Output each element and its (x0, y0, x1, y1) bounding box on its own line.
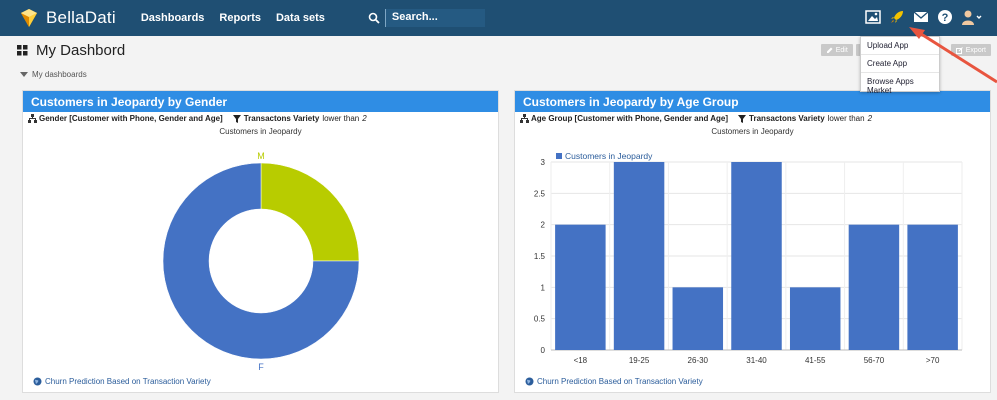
age-panel-footer[interactable]: Churn Prediction Based on Transaction Va… (525, 377, 703, 386)
filter-condition: lower than (827, 114, 865, 123)
hierarchy-icon (28, 114, 37, 123)
age-panel: Customers in Jeopardy by Age Group Age G… (514, 90, 991, 393)
x-tick-label: >70 (926, 356, 940, 365)
x-tick-label: 19-25 (629, 356, 650, 365)
export-button[interactable]: Export (950, 44, 991, 56)
gender-pie-chart: MF (162, 151, 360, 372)
filter-icon (232, 114, 241, 123)
top-nav-bar: BellaDati Dashboards Reports Data sets S… (0, 0, 997, 36)
pie-chart-title: Customers in Jeopardy (219, 127, 302, 136)
footer-link: Churn Prediction Based on Transaction Va… (45, 377, 211, 386)
bar-19-25[interactable] (613, 162, 665, 350)
footer-link: Churn Prediction Based on Transaction Va… (537, 377, 703, 386)
bar-56-70[interactable] (848, 224, 900, 350)
bar-26-30[interactable] (672, 287, 724, 350)
search-input[interactable]: Search... (384, 9, 485, 27)
y-tick-label: 3 (541, 158, 546, 167)
breadcrumb[interactable]: My dashboards (20, 70, 87, 79)
bar-41-55[interactable] (789, 287, 841, 350)
x-tick-label: 31-40 (746, 356, 767, 365)
nav-reports[interactable]: Reports (219, 12, 261, 24)
gender-panel: Customers in Jeopardy by Gender Gender [… (22, 90, 499, 393)
create-app-item[interactable]: Create App (861, 55, 939, 73)
bar-31-40[interactable] (731, 162, 782, 350)
page-header: My Dashbord (17, 42, 125, 59)
globe-icon (525, 377, 534, 386)
upload-app-item[interactable]: Upload App (861, 37, 939, 55)
app-name: BellaDati (46, 8, 116, 27)
page-title: My Dashbord (36, 42, 126, 59)
y-tick-label: 1 (541, 283, 546, 292)
nav-dashboards[interactable]: Dashboards (141, 12, 205, 24)
y-tick-label: 0 (541, 346, 546, 355)
filter-condition: lower than (322, 114, 360, 123)
filter-attribute: Age Group [Customer with Phone, Gender a… (531, 114, 729, 123)
caret-down-icon (20, 71, 28, 77)
y-tick-label: 2 (541, 221, 546, 230)
filter-value: 2 (362, 114, 367, 123)
x-tick-label: 41-55 (805, 356, 826, 365)
gender-panel-title: Customers in Jeopardy by Gender (23, 91, 498, 112)
filter-attribute: Gender [Customer with Phone, Gender and … (39, 114, 223, 123)
gender-panel-footer[interactable]: Churn Prediction Based on Transaction Va… (33, 377, 211, 386)
bar->70[interactable] (907, 224, 958, 350)
export-button-label: Export (965, 46, 986, 54)
x-tick-label: <18 (574, 356, 588, 365)
y-tick-label: 1.5 (534, 252, 546, 261)
search: Search... (368, 9, 485, 27)
pie-slice-M[interactable] (260, 162, 360, 262)
gender-panel-filter: Gender [Customer with Phone, Gender and … (23, 112, 498, 125)
rocket-icon[interactable] (889, 9, 905, 25)
hierarchy-icon (520, 114, 529, 123)
search-icon[interactable] (368, 12, 380, 24)
image-icon[interactable] (865, 10, 881, 24)
user-avatar-icon[interactable] (961, 9, 983, 25)
browse-apps-market-item[interactable]: Browse Apps Market (861, 73, 939, 95)
pie-label-F: F (258, 362, 264, 372)
bar-<18[interactable] (555, 224, 606, 350)
filter-icon (738, 114, 747, 123)
export-icon (955, 46, 963, 54)
main-nav: Dashboards Reports Data sets (141, 12, 340, 24)
bar-chart-title: Customers in Jeopardy (711, 127, 794, 136)
y-tick-label: 2.5 (534, 189, 546, 198)
apps-dropdown-menu: Upload App Create App Browse Apps Market (860, 36, 940, 95)
pie-label-M: M (257, 151, 265, 161)
legend-label: Customers in Jeopardy (565, 151, 653, 161)
x-tick-label: 56-70 (864, 356, 885, 365)
age-bar-chart: 0 0.5 1 1.5 2 2.5 3 <18 19-25 26-30 31-40 41-55 56-7… (534, 151, 963, 365)
x-tick-label: 26-30 (688, 356, 709, 365)
svg-text:?: ? (942, 12, 949, 24)
pencil-icon (826, 47, 833, 53)
breadcrumb-label: My dashboards (32, 70, 87, 79)
top-icons: ? (865, 9, 983, 25)
legend-swatch (556, 153, 562, 159)
age-panel-title: Customers in Jeopardy by Age Group (515, 91, 990, 112)
y-tick-label: 0.5 (534, 315, 546, 324)
edit-button[interactable]: Edit (820, 44, 853, 56)
edit-button-label: Edit (835, 46, 848, 54)
filter-indicator: Transactons Variety (243, 114, 320, 123)
belladati-logo-icon (21, 9, 37, 27)
filter-value: 2 (867, 114, 873, 123)
app-logo[interactable]: BellaDati (19, 8, 116, 28)
age-panel-filter: Age Group [Customer with Phone, Gender a… (515, 112, 990, 125)
filter-indicator: Transactons Variety (749, 114, 825, 123)
globe-icon (33, 377, 42, 386)
dashboard-grid-icon (17, 45, 28, 56)
help-icon[interactable]: ? (937, 9, 953, 25)
nav-data-sets[interactable]: Data sets (276, 12, 325, 24)
mail-icon[interactable] (913, 11, 929, 23)
